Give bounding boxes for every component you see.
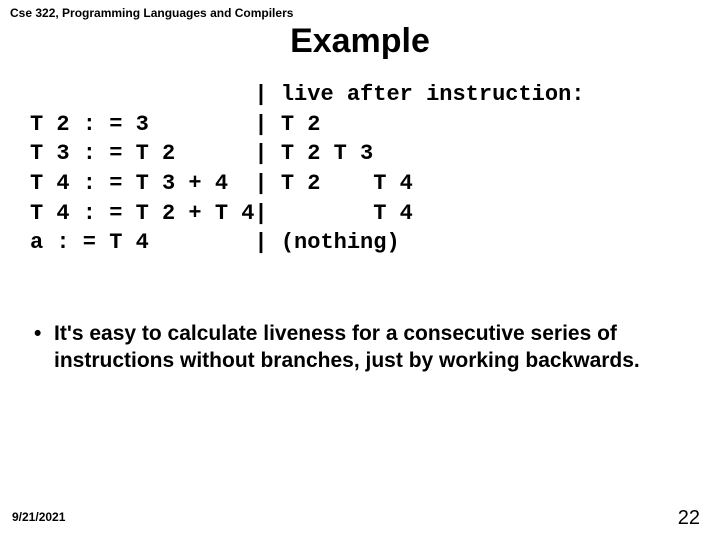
code-line: T 4 : = T 3 + 4 | T 2 T 4 (30, 171, 413, 196)
slide: Cse 322, Programming Languages and Compi… (0, 0, 720, 540)
date-footer: 9/21/2021 (12, 510, 65, 524)
bullet-list: It's easy to calculate liveness for a co… (30, 320, 690, 375)
code-line: a : = T 4 | (nothing) (30, 230, 400, 255)
slide-title: Example (0, 22, 720, 61)
code-line: | live after instruction: (30, 82, 585, 107)
course-header: Cse 322, Programming Languages and Compi… (10, 6, 293, 20)
code-line: T 4 : = T 2 + T 4| T 4 (30, 201, 413, 226)
code-line: T 3 : = T 2 | T 2 T 3 (30, 141, 373, 166)
bullet-item: It's easy to calculate liveness for a co… (30, 320, 690, 375)
code-block: | live after instruction: T 2 : = 3 | T … (30, 80, 585, 258)
page-number: 22 (678, 507, 700, 530)
code-line: T 2 : = 3 | T 2 (30, 112, 320, 137)
